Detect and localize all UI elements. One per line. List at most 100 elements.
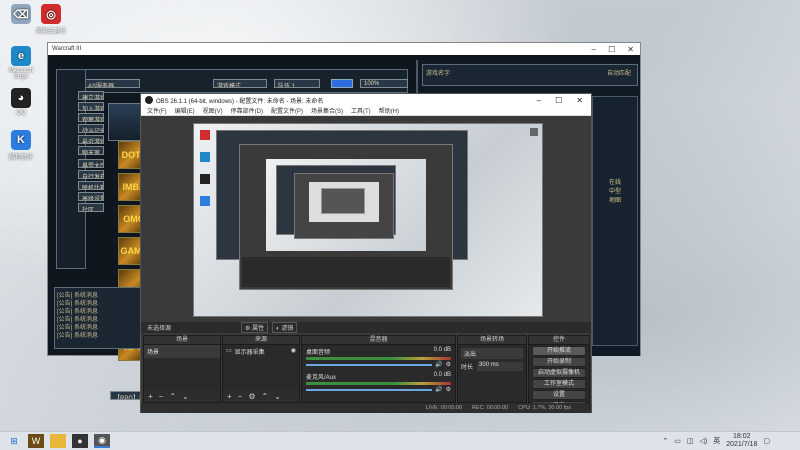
volume-slider[interactable] [306, 363, 433, 366]
control-button[interactable]: 开始推流 [532, 346, 586, 356]
duration-label: 时长 [461, 365, 474, 371]
obs-title: OBS 26.1.1 (64-bit, windows) - 配置文件: 未命名… [156, 98, 324, 105]
control-button[interactable]: 设置 [532, 390, 586, 400]
ime-icon[interactable]: 英 [713, 436, 720, 446]
speaker-icon[interactable]: 🔊 [435, 361, 442, 368]
add-icon[interactable]: + [148, 392, 153, 401]
scenes-dock: 场景 场景 + − ⌃ ⌄ [143, 335, 221, 403]
nested-obs-1 [239, 144, 453, 290]
map-emblem [108, 103, 144, 141]
transition-select[interactable]: 淡出 [461, 348, 523, 359]
warcraft-menu-button[interactable]: 社区 [78, 203, 104, 212]
sources-dock: 来源 ▭ 显示器采集 ◉ + − ⚙ ⌃ ⌄ [222, 335, 300, 403]
source-item[interactable]: ▭ 显示器采集 ◉ [223, 345, 299, 358]
warcraft-menu-button[interactable]: 战斗记录 [78, 124, 104, 133]
maximize-icon[interactable]: ☐ [608, 45, 615, 54]
netease-music-icon[interactable]: ◎ 网易云音乐 [34, 4, 68, 35]
menu-item[interactable]: 停靠部件(D) [231, 106, 263, 115]
eye-icon[interactable]: ◉ [291, 347, 296, 356]
volume-meter [306, 357, 451, 360]
up-icon[interactable]: ⌃ [262, 392, 269, 401]
tray-chevron-icon[interactable]: ⌃ [662, 437, 668, 445]
warcraft-menu-button[interactable]: 聊天室 [78, 146, 104, 155]
color-selector[interactable] [331, 79, 353, 88]
kugou-icon[interactable]: K 酷狗音乐 [4, 130, 38, 161]
maximize-icon[interactable]: ☐ [555, 96, 562, 105]
menu-item[interactable]: 视图(V) [203, 106, 223, 115]
menu-item[interactable]: 文件(F) [147, 106, 167, 115]
menu-item[interactable]: 帮助(H) [379, 106, 399, 115]
start-icon[interactable]: ⊞ [6, 434, 22, 448]
menu-item[interactable]: 编辑(E) [175, 106, 195, 115]
warcraft-icon[interactable]: W [28, 434, 44, 448]
obs-taskbar-icon[interactable]: ● [72, 434, 88, 448]
minimize-icon[interactable]: – [592, 45, 596, 54]
obs-preview[interactable] [193, 123, 543, 317]
menu-item[interactable]: 场景集合(S) [311, 106, 343, 115]
gear-icon[interactable]: ⚙ [446, 386, 451, 393]
notification-icon[interactable]: ▢ [763, 437, 770, 445]
network-icon[interactable]: ◫ [687, 437, 694, 445]
minimize-icon[interactable]: – [537, 96, 541, 105]
obs-menubar: 文件(F) 编辑(E) 视图(V) 停靠部件(D) 配置文件(P) 场景集合(S) 工具(T… [141, 106, 591, 116]
warcraft-menu-button[interactable]: 高级设置 [78, 192, 104, 201]
windows-recycle-icon[interactable]: ⌫ [4, 4, 38, 26]
source-toolbar: 未选择源 ⚙ 属性 ◐ 滤镜 [141, 322, 591, 333]
add-icon[interactable]: + [227, 392, 232, 401]
warcraft-menu-button[interactable]: 暴雪大厅 [78, 159, 104, 168]
properties-button[interactable]: ⚙ 属性 [241, 322, 269, 333]
team-field[interactable]: 队伍 1 [274, 79, 320, 88]
obs-titlebar[interactable]: OBS 26.1.1 (64-bit, windows) - 配置文件: 未命名… [141, 94, 591, 106]
close-icon[interactable]: ✕ [576, 96, 583, 105]
sources-footer: + − ⚙ ⌃ ⌄ [223, 390, 299, 402]
control-button[interactable]: 启动虚拟摄像机 [532, 368, 586, 378]
mixer-header: 混音器 [302, 336, 455, 345]
handicap-field[interactable]: 100% [360, 79, 408, 88]
warcraft-titlebar[interactable]: Warcraft III – ☐ ✕ [48, 43, 640, 55]
warcraft-menu-button[interactable]: 自行发布 [78, 170, 104, 179]
mixer-dock: 混音器 桌面音频 0.0 dB 🔊 ⚙ 麦克风/Aux 0.0 dB 🔊 ⚙ [301, 335, 456, 403]
warcraft-menu-button[interactable]: 观察游戏 [78, 113, 104, 122]
close-icon[interactable]: ✕ [627, 45, 634, 54]
preview-desktop-icons [200, 130, 214, 240]
volume-icon[interactable]: ◁) [700, 437, 708, 445]
server-field[interactable]: AS服务器 [84, 79, 140, 88]
menu-item[interactable]: 工具(T) [351, 106, 371, 115]
remove-icon[interactable]: − [159, 392, 164, 401]
obs-window[interactable]: OBS 26.1.1 (64-bit, windows) - 配置文件: 未命名… [140, 93, 592, 413]
filters-button[interactable]: ◐ 滤镜 [272, 322, 298, 333]
warcraft-menu-button[interactable]: 最近游戏 [78, 135, 104, 144]
menu-item[interactable]: 配置文件(P) [271, 106, 303, 115]
up-icon[interactable]: ⌃ [169, 392, 176, 401]
mixer-channel: 桌面音频 0.0 dB 🔊 ⚙ [306, 347, 451, 368]
down-icon[interactable]: ⌄ [182, 392, 189, 401]
scene-item[interactable]: 场景 [144, 345, 220, 358]
warcraft-menu-button[interactable]: 建立游戏 [78, 91, 104, 100]
edge-icon[interactable]: e Microsoft Edge [4, 46, 38, 80]
gear-icon[interactable]: ⚙ [248, 392, 255, 401]
file-explorer-icon[interactable] [50, 434, 66, 448]
controls-header: 控件 [529, 336, 589, 345]
warcraft-menu-button[interactable]: 联机比赛 [78, 181, 104, 190]
control-button[interactable]: 开始录制 [532, 357, 586, 367]
gear-icon[interactable]: ⚙ [446, 361, 451, 368]
warcraft-menu-button[interactable]: 加入游戏 [78, 102, 104, 111]
live-status: LIVE: 00:00:00 [425, 405, 463, 411]
chat-line: [公告] 系统消息 [57, 309, 99, 315]
right-side-frame: 在线 中型 地图 [592, 96, 638, 346]
transitions-header: 场景转场 [458, 336, 526, 345]
right-side-label: 中型 [608, 189, 621, 195]
speaker-icon[interactable]: 🔊 [435, 386, 442, 393]
down-icon[interactable]: ⌄ [274, 392, 281, 401]
obs-icon[interactable]: ◉ [94, 434, 110, 448]
mode-field[interactable]: 游戏模式 [213, 79, 267, 88]
qq-icon[interactable]: ◕ QQ [4, 88, 38, 116]
duration-input[interactable]: 300 ms [477, 362, 523, 371]
volume-slider[interactable] [306, 388, 433, 391]
clock[interactable]: 18:02 2021/7/18 [726, 433, 757, 449]
keyboard-icon[interactable]: ▭ [674, 437, 681, 445]
control-button[interactable]: 工作室模式 [532, 379, 586, 389]
warcraft-title: Warcraft III [52, 46, 82, 52]
controls-dock: 控件 开始推流开始录制启动虚拟摄像机工作室模式设置退出 [528, 335, 590, 411]
remove-icon[interactable]: − [238, 392, 243, 401]
